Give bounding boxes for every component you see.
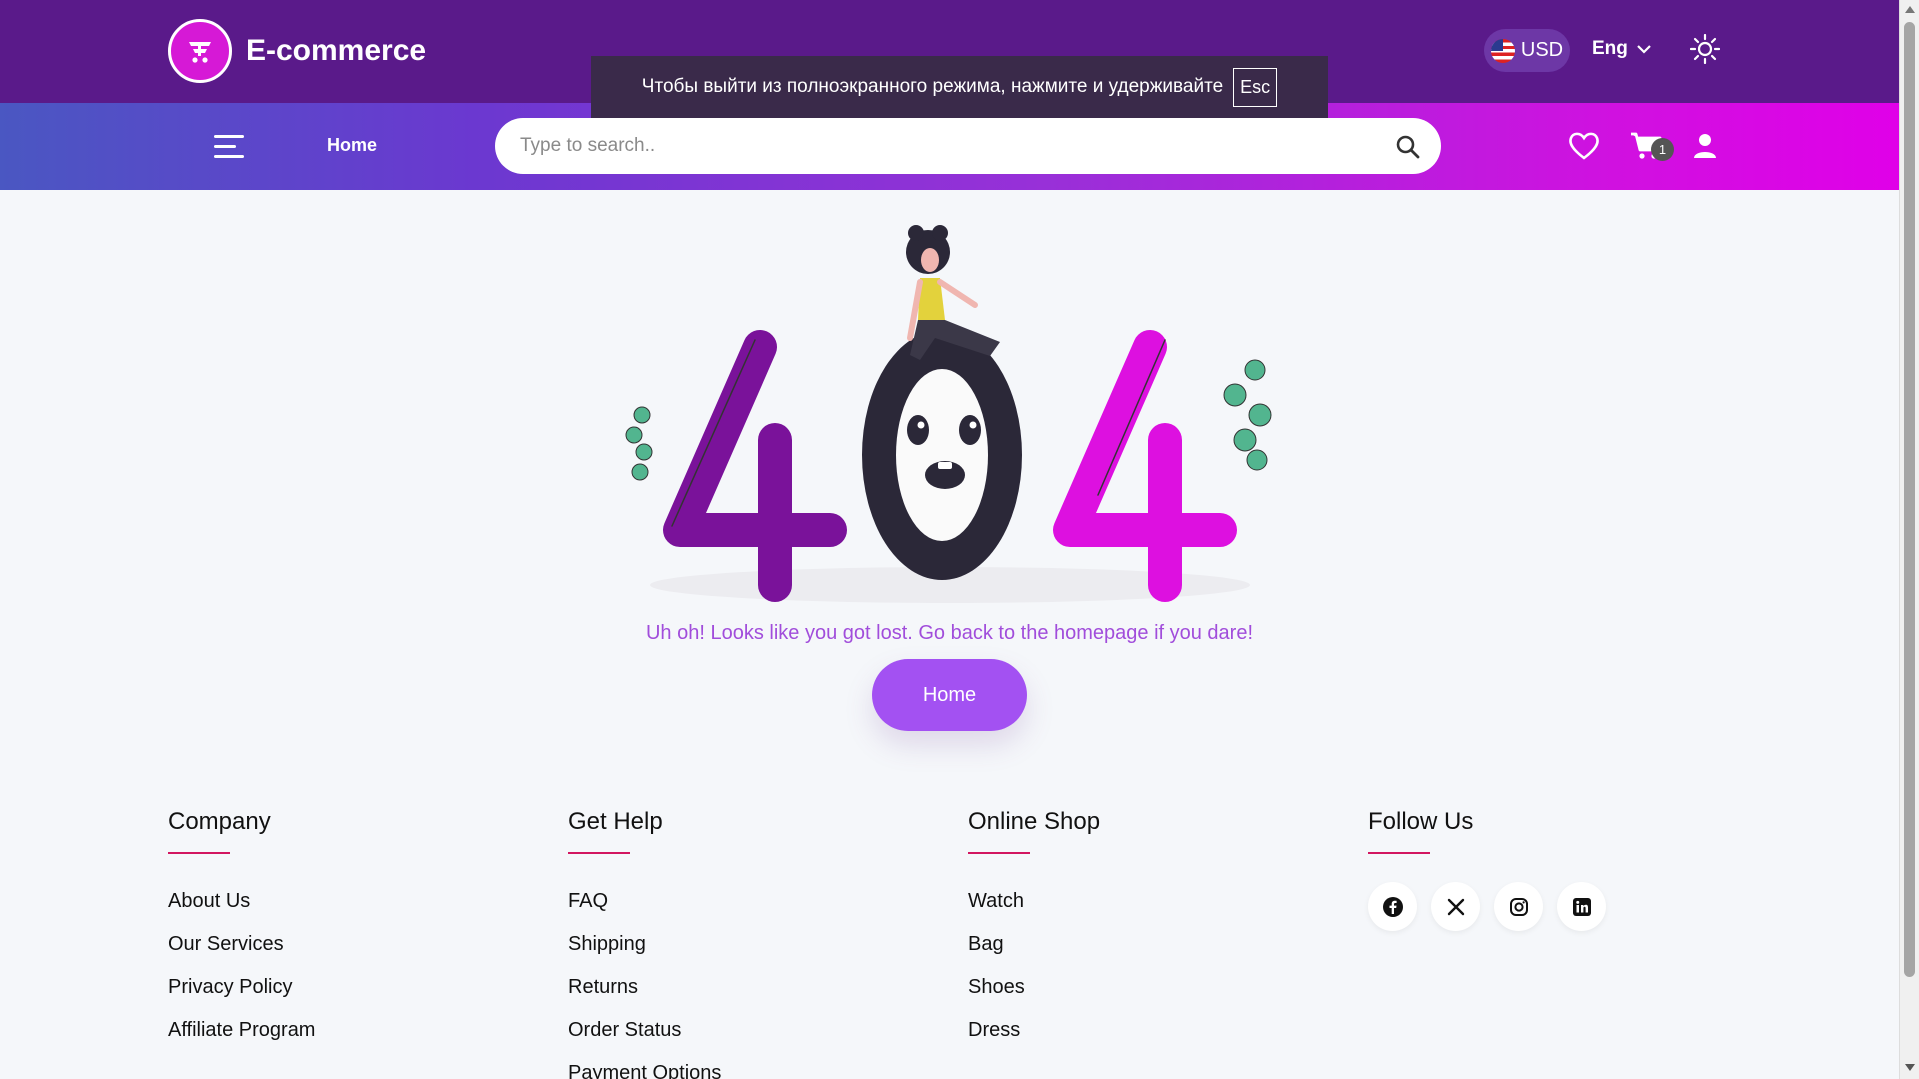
- footer-link[interactable]: Returns: [568, 976, 721, 1019]
- footer-column-follow-us: Follow Us: [1368, 808, 1606, 931]
- footer-column-company: Company About Us Our Services Privacy Po…: [168, 808, 315, 1062]
- footer-link[interactable]: Bag: [968, 933, 1100, 976]
- currency-selector[interactable]: USD: [1484, 29, 1570, 72]
- digit-zero: [862, 330, 1022, 580]
- search-bar: [495, 118, 1441, 174]
- footer-heading-underline: [168, 852, 230, 854]
- footer-link[interactable]: Payment Options: [568, 1062, 721, 1079]
- scroll-down-arrow-icon[interactable]: [1905, 1064, 1915, 1071]
- heart-icon[interactable]: [1568, 131, 1600, 161]
- us-flag-icon: [1490, 38, 1515, 63]
- home-button[interactable]: Home: [872, 659, 1027, 731]
- footer-link[interactable]: Affiliate Program: [168, 1019, 315, 1062]
- menu-icon[interactable]: [214, 135, 244, 159]
- footer-link[interactable]: Privacy Policy: [168, 976, 315, 1019]
- footer-link[interactable]: Order Status: [568, 1019, 721, 1062]
- footer-heading: Follow Us: [1368, 808, 1474, 835]
- footer-heading: Online Shop: [968, 808, 1101, 835]
- esc-key-label: Esc: [1233, 67, 1278, 107]
- plant-right: [1223, 359, 1272, 471]
- footer-heading: Get Help: [568, 808, 663, 835]
- search-input[interactable]: [520, 132, 1360, 160]
- footer-column-online-shop: Online Shop Watch Bag Shoes Dress: [968, 808, 1100, 1062]
- footer-link[interactable]: Watch: [968, 890, 1100, 933]
- search-icon[interactable]: [1395, 134, 1421, 160]
- cart-count-badge: 1: [1651, 138, 1674, 161]
- footer-heading-underline: [568, 852, 630, 854]
- brand-logo[interactable]: E-commerce: [168, 19, 426, 83]
- linkedin-icon[interactable]: [1557, 882, 1606, 931]
- language-selector[interactable]: Eng: [1592, 38, 1652, 60]
- footer-link[interactable]: Shipping: [568, 933, 721, 976]
- footer-heading: Company: [168, 808, 271, 835]
- footer-column-get-help: Get Help FAQ Shipping Returns Order Stat…: [568, 808, 721, 1079]
- user-icon[interactable]: [1692, 132, 1718, 160]
- footer-link[interactable]: FAQ: [568, 890, 721, 933]
- footer-link[interactable]: Shoes: [968, 976, 1100, 1019]
- scrollbar-thumb[interactable]: [1904, 22, 1915, 977]
- sun-icon[interactable]: [1690, 34, 1720, 64]
- language-label: Eng: [1592, 38, 1628, 59]
- page-scrollbar[interactable]: [1899, 0, 1919, 1079]
- footer-link[interactable]: About Us: [168, 890, 315, 933]
- chevron-down-icon: [1637, 45, 1651, 54]
- fullscreen-notice-text: Чтобы выйти из полноэкранного режима, на…: [641, 76, 1224, 97]
- footer-heading-underline: [968, 852, 1030, 854]
- scroll-up-arrow-icon[interactable]: [1905, 6, 1915, 13]
- currency-label: USD: [1520, 39, 1564, 61]
- 404-illustration: [625, 225, 1272, 603]
- x-icon[interactable]: [1431, 882, 1480, 931]
- footer-link[interactable]: Dress: [968, 1019, 1100, 1062]
- cart-logo-icon: [168, 19, 232, 83]
- digit-four-right: [1053, 330, 1237, 602]
- plant-left: [625, 406, 653, 481]
- instagram-icon[interactable]: [1494, 882, 1543, 931]
- nav-home-link[interactable]: Home: [327, 135, 377, 156]
- girl-figure: [906, 225, 1000, 360]
- facebook-icon[interactable]: [1368, 882, 1417, 931]
- footer-link[interactable]: Our Services: [168, 933, 315, 976]
- digit-four-left: [663, 330, 847, 602]
- fullscreen-exit-notice: Чтобы выйти из полноэкранного режима, на…: [591, 56, 1328, 118]
- social-links: [1368, 882, 1606, 931]
- brand-name: E-commerce: [246, 34, 427, 67]
- footer-heading-underline: [1368, 852, 1430, 854]
- error-message: Uh oh! Looks like you got lost. Go back …: [645, 622, 1254, 644]
